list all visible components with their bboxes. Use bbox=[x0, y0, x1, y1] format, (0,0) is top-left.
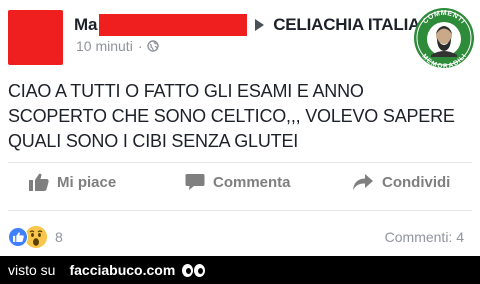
share-button[interactable]: Condividi bbox=[352, 173, 450, 191]
wow-reaction-icon bbox=[25, 226, 47, 248]
post-text-line: QUALI SONO I CIBI SENZA GLUTEI bbox=[8, 131, 299, 151]
globe-icon[interactable] bbox=[147, 40, 160, 52]
eyes-icon bbox=[182, 263, 206, 277]
share-arrow-icon bbox=[353, 174, 373, 190]
share-label: Condividi bbox=[382, 173, 451, 191]
thumbs-up-icon bbox=[29, 173, 49, 191]
reaction-count: 8 bbox=[55, 229, 63, 245]
post-meta: 10 minuti · bbox=[76, 38, 160, 54]
group-name[interactable]: CELIACHIA ITALIA bbox=[273, 15, 420, 35]
post-timestamp[interactable]: 10 minuti bbox=[76, 38, 133, 54]
reactions-summary[interactable]: 8 bbox=[8, 225, 63, 249]
author-name-redaction bbox=[99, 14, 248, 36]
avatar-redacted[interactable] bbox=[8, 10, 63, 65]
post-text-line: SCOPERTO CHE SONO CELTICO,,, VOLEVO SAPE… bbox=[8, 106, 455, 126]
author-row: Ma CELIACHIA ITALIA bbox=[74, 12, 420, 38]
like-label: Mi piace bbox=[57, 173, 117, 191]
watermark-prefix: visto su bbox=[8, 262, 56, 278]
post-header: Ma CELIACHIA ITALIA 10 minuti · COMMENTI… bbox=[0, 0, 480, 69]
watermark-bar: visto su facciabuco.com bbox=[0, 256, 480, 284]
comment-button[interactable]: Commenta bbox=[185, 173, 291, 191]
commenti-memorabili-logo: COMMENTI MEMORABILI bbox=[414, 8, 474, 69]
comment-label: Commenta bbox=[213, 173, 291, 191]
like-button[interactable]: Mi piace bbox=[29, 173, 116, 191]
like-reaction-icon bbox=[8, 227, 28, 247]
divider bbox=[8, 210, 472, 211]
author-name[interactable]: Ma bbox=[74, 15, 97, 35]
watermark-site: facciabuco.com bbox=[69, 262, 176, 278]
post-body: CIAO A TUTTI O FATTO GLI ESAMI E ANNO SC… bbox=[8, 79, 455, 154]
action-bar: Mi piace Commenta Condividi bbox=[0, 163, 480, 207]
comment-bubble-icon bbox=[185, 174, 205, 190]
post-text-line: CIAO A TUTTI O FATTO GLI ESAMI E ANNO bbox=[8, 81, 364, 101]
comment-count[interactable]: Commenti: 4 bbox=[385, 229, 464, 245]
meta-separator: · bbox=[137, 38, 143, 54]
arrow-right-icon bbox=[255, 19, 265, 31]
